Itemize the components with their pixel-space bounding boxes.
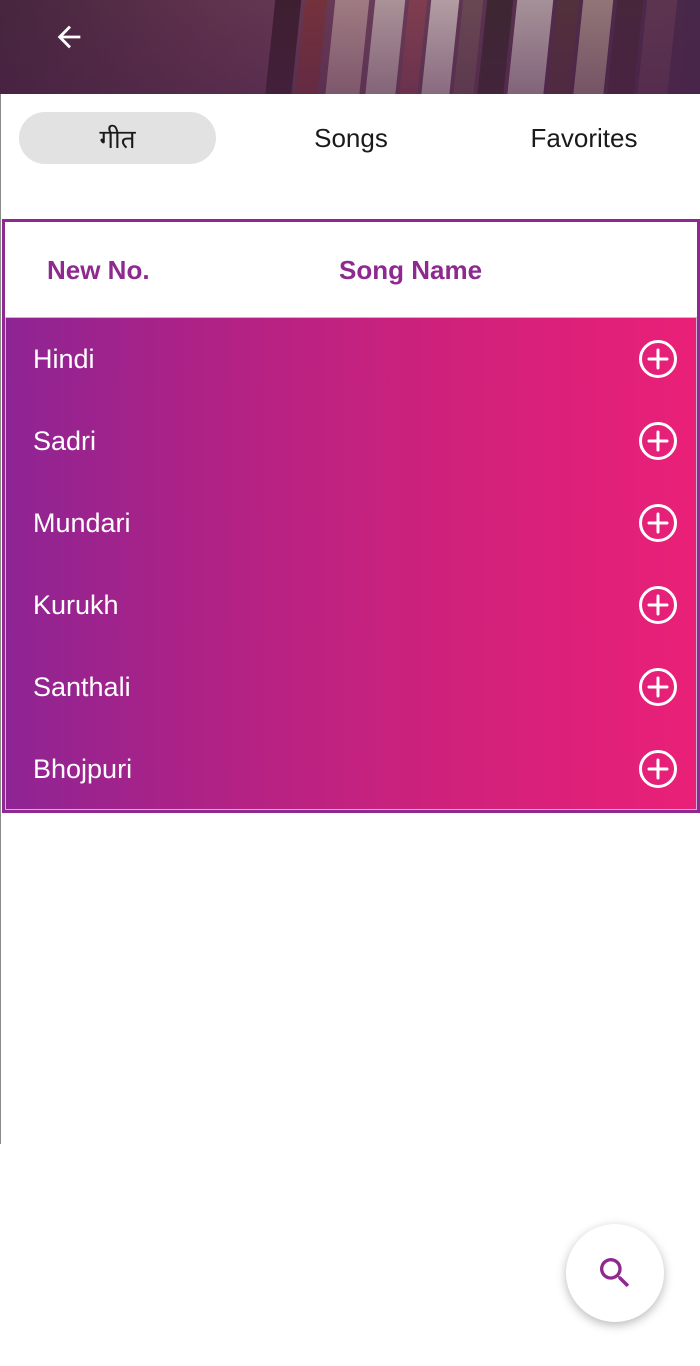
header-banner [0,0,700,94]
search-fab-button[interactable] [566,1224,664,1322]
tab-favorites[interactable]: Favorites [508,112,660,164]
list-item-hindi[interactable]: Hindi [6,318,696,400]
tab-songs[interactable]: Songs [280,112,422,164]
banner-overlay [0,0,700,94]
plus-circle-icon[interactable] [638,749,678,789]
arrow-left-icon [57,25,81,49]
tab-label: Favorites [530,122,638,153]
list-item-bhojpuri[interactable]: Bhojpuri [6,728,696,810]
list-item-label: Santhali [33,671,131,702]
list-item-label: Sadri [33,425,97,456]
column-header-new-no: New No. [47,255,150,285]
category-table: New No. Song Name Hindi Sadri Mundari Ku… [2,219,700,813]
tab-bar: गीत Songs Favorites [0,94,700,190]
plus-circle-icon[interactable] [638,585,678,625]
category-list: Hindi Sadri Mundari Kurukh Santhali Bhoj… [5,317,697,810]
list-item-label: Hindi [33,343,95,374]
list-item-mundari[interactable]: Mundari [6,482,696,564]
plus-circle-icon[interactable] [638,503,678,543]
plus-circle-icon[interactable] [638,667,678,707]
back-button[interactable] [46,14,92,60]
list-item-sadri[interactable]: Sadri [6,400,696,482]
list-item-label: Bhojpuri [33,753,133,784]
plus-circle-icon[interactable] [638,339,678,379]
plus-circle-icon[interactable] [638,421,678,461]
tab-geet[interactable]: गीत [19,112,216,164]
list-item-label: Kurukh [33,589,119,620]
page: गीत Songs Favorites New No. Song Name Hi… [0,0,700,1366]
list-item-kurukh[interactable]: Kurukh [6,564,696,646]
list-item-label: Mundari [33,507,131,538]
tab-label: Songs [314,122,388,153]
column-header-song-name: Song Name [339,255,483,285]
search-icon [600,1258,630,1288]
list-item-santhali[interactable]: Santhali [6,646,696,728]
tab-label: गीत [99,124,136,154]
left-divider [0,94,1,1144]
table-header: New No. Song Name [5,222,697,317]
